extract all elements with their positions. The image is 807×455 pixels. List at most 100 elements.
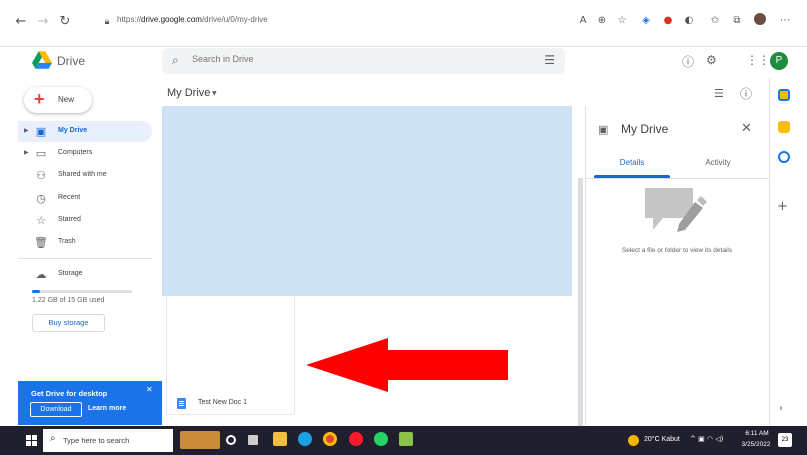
- details-empty-message: Select a file or folder to view its deta…: [621, 247, 733, 254]
- details-panel: [585, 106, 769, 426]
- sidebar-item-shared-with-me[interactable]: ⚇ Shared with me: [18, 165, 152, 186]
- whatsapp-icon[interactable]: [374, 432, 388, 446]
- sidebar-item-label: Storage: [58, 270, 83, 277]
- expand-caret-icon[interactable]: ▶: [24, 149, 29, 156]
- info-icon[interactable]: ⓘ: [740, 85, 752, 102]
- breadcrumb[interactable]: My Drive: [167, 87, 210, 99]
- collections-icon[interactable]: ⧉: [729, 13, 745, 29]
- edge-icon[interactable]: [298, 432, 312, 446]
- clock-time[interactable]: 6:11 AM: [743, 430, 771, 437]
- clock-date[interactable]: 3/25/2022: [738, 441, 774, 448]
- plus-icon: +: [34, 89, 45, 109]
- storage-fill: [32, 290, 40, 293]
- list-view-icon[interactable]: ☰: [714, 87, 724, 100]
- file-card-border: [294, 296, 295, 414]
- address-bar[interactable]: https://drive.google.com/drive/u/0/my-dr…: [117, 15, 268, 24]
- drive-logo-icon[interactable]: [32, 51, 52, 69]
- extension-icon[interactable]: ◐: [681, 13, 697, 29]
- keep-icon[interactable]: [778, 121, 790, 133]
- sidebar-item-storage[interactable]: ☁ Storage: [18, 264, 152, 285]
- refresh-icon[interactable]: ↻: [56, 13, 74, 31]
- tasks-icon[interactable]: [778, 151, 790, 163]
- search-input[interactable]: [192, 54, 492, 64]
- sidebar-item-label: Shared with me: [58, 171, 107, 178]
- weather-text[interactable]: 20°C Kabut: [644, 436, 680, 443]
- extension-stop-icon[interactable]: ●: [660, 13, 676, 29]
- search-options-icon[interactable]: ☰: [544, 53, 555, 67]
- sidebar-item-computers[interactable]: ▶ ▭ Computers: [18, 143, 152, 164]
- search-icon: ⌕: [50, 433, 56, 444]
- search-bar[interactable]: ⌕ ☰: [162, 48, 565, 74]
- chevron-down-icon[interactable]: ▼: [212, 90, 217, 97]
- add-addon-icon[interactable]: +: [777, 199, 788, 214]
- new-label: New: [58, 95, 75, 104]
- sidebar-item-starred[interactable]: ☆ Starred: [18, 210, 152, 231]
- sidebar-item-label: Computers: [58, 149, 93, 156]
- people-icon: ⚇: [36, 169, 46, 182]
- cloud-icon: ☁: [35, 268, 47, 281]
- drive-icon: ▣: [598, 123, 609, 136]
- lock-icon[interactable]: 🔒︎: [98, 13, 116, 31]
- close-icon[interactable]: ✕: [741, 121, 752, 136]
- zoom-icon[interactable]: ⊕: [594, 13, 610, 29]
- details-title: My Drive: [621, 122, 669, 136]
- news-widget-icon[interactable]: [180, 431, 220, 449]
- drive-icon: ▣: [35, 125, 47, 138]
- storage-used-text: 1.22 GB of 15 GB used: [32, 297, 105, 304]
- app-title[interactable]: Drive: [57, 54, 85, 68]
- forward-icon[interactable]: →: [34, 13, 52, 31]
- expand-caret-icon[interactable]: ▶: [24, 127, 29, 134]
- notification-badge[interactable]: 23: [778, 433, 792, 447]
- avatar[interactable]: P: [770, 52, 788, 70]
- help-icon[interactable]: ⓘ: [682, 53, 694, 70]
- app-icon[interactable]: [399, 432, 413, 446]
- apps-grid-icon[interactable]: ⋮⋮: [746, 53, 770, 67]
- new-button[interactable]: + New: [24, 87, 92, 113]
- sidebar-item-label: Recent: [58, 194, 81, 201]
- sidebar-item-trash[interactable]: 🗑︎ Trash: [18, 232, 152, 253]
- details-placeholder-icon: [645, 188, 707, 232]
- trash-icon: 🗑︎: [34, 236, 48, 249]
- profile-icon[interactable]: [752, 13, 768, 29]
- favorites-icon[interactable]: ✩: [707, 13, 723, 29]
- browser-toolbar: ← → ↻ 🔒︎ https://drive.google.com/drive/…: [0, 0, 807, 47]
- favorite-add-icon[interactable]: ☆: [614, 13, 630, 29]
- tab-activity[interactable]: Activity: [680, 158, 756, 178]
- taskbar-search[interactable]: ⌕ Type here to search: [43, 429, 173, 452]
- buy-storage-button[interactable]: Buy storage: [32, 314, 105, 332]
- learn-more-link[interactable]: Learn more: [88, 405, 126, 412]
- selection-area[interactable]: [162, 106, 572, 296]
- taskbar-search-placeholder: Type here to search: [63, 436, 130, 445]
- close-icon[interactable]: ✕: [146, 385, 153, 394]
- scrollbar[interactable]: [578, 178, 583, 426]
- download-button[interactable]: Download: [30, 402, 82, 417]
- chevron-right-icon[interactable]: ›: [779, 403, 783, 414]
- widgets-icon[interactable]: [248, 435, 258, 445]
- sidebar-item-recent[interactable]: ◷ Recent: [18, 188, 152, 209]
- opera-icon[interactable]: [349, 432, 363, 446]
- gear-icon[interactable]: ⚙: [706, 53, 717, 67]
- read-aloud-icon[interactable]: A: [575, 13, 591, 29]
- task-view-icon[interactable]: [226, 435, 236, 445]
- weather-icon[interactable]: [628, 435, 639, 446]
- file-explorer-icon[interactable]: [273, 432, 287, 446]
- sidebar-item-label: My Drive: [58, 127, 88, 134]
- search-icon[interactable]: ⌕: [172, 53, 179, 68]
- desktop-promo: Get Drive for desktop ✕ Download Learn m…: [18, 381, 162, 425]
- star-icon: ☆: [36, 214, 46, 227]
- system-tray-icon[interactable]: ^ ▣ ◠ ◁): [690, 435, 723, 443]
- chrome-icon[interactable]: [323, 432, 337, 446]
- sidebar-item-my-drive[interactable]: ▶ ▣ My Drive: [18, 121, 152, 142]
- extension-shield-icon[interactable]: ◈: [638, 13, 654, 29]
- sidebar-item-label: Starred: [58, 216, 81, 223]
- file-name[interactable]: Test New Doc 1: [198, 399, 247, 406]
- storage-bar: [32, 290, 132, 293]
- more-icon[interactable]: ⋯: [777, 13, 793, 29]
- clock-icon: ◷: [36, 192, 46, 205]
- computer-icon: ▭: [35, 147, 47, 160]
- google-doc-icon[interactable]: [177, 398, 186, 409]
- back-icon[interactable]: ←: [12, 13, 30, 31]
- tabs-divider: [585, 178, 769, 179]
- windows-start-icon[interactable]: [26, 435, 37, 446]
- calendar-icon[interactable]: [778, 89, 790, 101]
